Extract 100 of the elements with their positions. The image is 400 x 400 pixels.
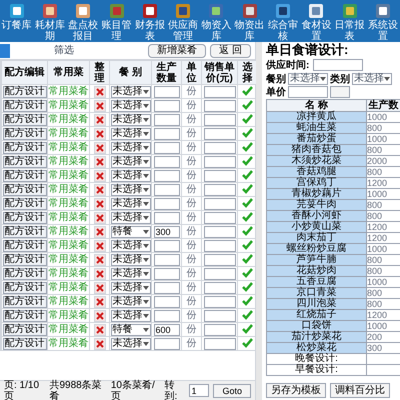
price-input[interactable] bbox=[204, 338, 236, 350]
toolbar-label[interactable]: 综合审核 bbox=[266, 20, 300, 42]
recipe-design-button[interactable]: 配方设计 bbox=[2, 142, 46, 154]
quantity-input[interactable] bbox=[154, 100, 180, 112]
toolbar-label[interactable]: 食材设置 bbox=[300, 20, 333, 42]
app-tile-icon[interactable] bbox=[308, 3, 324, 19]
dish-cell[interactable]: 早餐设计: bbox=[266, 364, 366, 376]
meal-select[interactable]: 未选择 bbox=[110, 170, 150, 182]
dish-cell[interactable]: 香酥小河虾 bbox=[266, 210, 366, 222]
dish-cell[interactable]: 番茄炒蛋 bbox=[266, 134, 366, 144]
checkmark-icon[interactable] bbox=[242, 296, 253, 306]
recipe-design-button[interactable]: 配方设计 bbox=[2, 240, 46, 252]
delete-icon[interactable] bbox=[94, 240, 106, 252]
delete-icon[interactable] bbox=[94, 170, 106, 182]
meal-select[interactable]: 未选择 bbox=[110, 114, 150, 126]
dish-cell[interactable]: 口袋饼 bbox=[266, 320, 366, 332]
filter-select[interactable]: 未选择 bbox=[288, 73, 328, 85]
quantity-input[interactable] bbox=[154, 114, 180, 126]
price-input[interactable] bbox=[204, 198, 236, 210]
meal-select[interactable]: 未选择 bbox=[110, 156, 150, 168]
dish-cell[interactable]: 五香豆腐 bbox=[266, 276, 366, 288]
recipe-design-button[interactable]: 配方设计 bbox=[2, 198, 46, 210]
app-tile-icon[interactable] bbox=[342, 3, 358, 19]
meal-select[interactable]: 未选择 bbox=[110, 338, 150, 350]
recipe-design-button[interactable]: 配方设计 bbox=[2, 212, 46, 224]
checkmark-icon[interactable] bbox=[242, 86, 253, 96]
filter-select[interactable]: 未选择 bbox=[352, 73, 392, 85]
checkmark-icon[interactable] bbox=[242, 100, 253, 110]
dish-cell[interactable]: 香菇鸡腿 bbox=[266, 166, 366, 178]
dish-cell[interactable]: 螺丝粉炒豆腐 bbox=[266, 244, 366, 254]
app-tile-icon[interactable] bbox=[208, 3, 224, 19]
meal-select[interactable]: 未选择 bbox=[110, 254, 150, 266]
checkmark-icon[interactable] bbox=[242, 310, 253, 320]
quantity-input[interactable] bbox=[154, 170, 180, 182]
delete-icon[interactable] bbox=[94, 212, 106, 224]
toolbar-label[interactable]: 日常报表 bbox=[333, 20, 366, 42]
time-input[interactable] bbox=[313, 59, 364, 71]
quantity-input[interactable] bbox=[154, 142, 180, 154]
dish-cell[interactable]: 京口青菜 bbox=[266, 288, 366, 298]
delete-icon[interactable] bbox=[94, 282, 106, 294]
quantity-input[interactable] bbox=[154, 282, 180, 294]
toolbar-label[interactable]: 盘点校报目 bbox=[66, 20, 100, 42]
delete-icon[interactable] bbox=[94, 86, 106, 98]
toolbar-button[interactable]: 返 回 bbox=[210, 44, 251, 58]
price-input[interactable] bbox=[204, 254, 236, 266]
meal-select[interactable]: 未选择 bbox=[110, 198, 150, 210]
page-input[interactable]: 1 bbox=[189, 384, 210, 397]
price-input[interactable] bbox=[204, 128, 236, 140]
delete-icon[interactable] bbox=[94, 310, 106, 322]
app-tile-icon[interactable] bbox=[75, 3, 92, 19]
delete-icon[interactable] bbox=[94, 296, 106, 308]
dish-cell[interactable]: 蚝油生菜 bbox=[266, 122, 366, 134]
action-button[interactable]: 另存为模板 bbox=[266, 383, 326, 398]
price-input[interactable] bbox=[204, 86, 236, 98]
quantity-input[interactable] bbox=[154, 268, 180, 280]
dish-cell[interactable]: 小炒黄山菜 bbox=[266, 222, 366, 232]
dish-cell[interactable]: 木须炒花菜 bbox=[266, 156, 366, 166]
dish-cell[interactable]: 凉拌黄瓜 bbox=[266, 112, 366, 122]
meal-select[interactable]: 特餐 bbox=[110, 226, 150, 238]
recipe-design-button[interactable]: 配方设计 bbox=[2, 254, 46, 266]
checkmark-icon[interactable] bbox=[242, 282, 253, 292]
recipe-design-button[interactable]: 配方设计 bbox=[2, 184, 46, 196]
recipe-design-button[interactable]: 配方设计 bbox=[2, 86, 46, 98]
delete-icon[interactable] bbox=[94, 142, 106, 154]
recipe-design-button[interactable]: 配方设计 bbox=[2, 226, 46, 238]
meal-select[interactable]: 未选择 bbox=[110, 128, 150, 140]
checkmark-icon[interactable] bbox=[242, 226, 253, 236]
price-input[interactable] bbox=[204, 268, 236, 280]
checkmark-icon[interactable] bbox=[242, 184, 253, 194]
checkmark-icon[interactable] bbox=[242, 142, 253, 152]
toolbar-label[interactable]: 账目管理 bbox=[100, 20, 134, 42]
price-input[interactable] bbox=[204, 212, 236, 224]
recipe-design-button[interactable]: 配方设计 bbox=[2, 324, 46, 336]
toolbar-label[interactable]: 耗材库期 bbox=[33, 20, 66, 42]
quantity-input[interactable] bbox=[154, 86, 180, 98]
checkmark-icon[interactable] bbox=[242, 254, 253, 264]
toolbar-label[interactable]: 财务报表 bbox=[133, 20, 166, 42]
app-tile-icon[interactable] bbox=[175, 3, 192, 19]
checkmark-icon[interactable] bbox=[242, 128, 253, 138]
toolbar-label[interactable]: 系统设置 bbox=[366, 20, 400, 42]
dish-cell[interactable]: 猪肉香菇包 bbox=[266, 144, 366, 156]
price-input[interactable] bbox=[204, 296, 236, 308]
price-input[interactable] bbox=[204, 170, 236, 182]
delete-icon[interactable] bbox=[94, 268, 106, 280]
dish-cell[interactable]: 松炒菜花 bbox=[266, 342, 366, 354]
meal-select[interactable]: 未选择 bbox=[110, 268, 150, 280]
meal-select[interactable]: 未选择 bbox=[110, 296, 150, 308]
meal-select[interactable]: 未选择 bbox=[110, 282, 150, 294]
quantity-input[interactable] bbox=[154, 128, 180, 140]
recipe-design-button[interactable]: 配方设计 bbox=[2, 128, 46, 140]
delete-icon[interactable] bbox=[94, 324, 106, 336]
price-input[interactable] bbox=[204, 100, 236, 112]
app-tile-icon[interactable] bbox=[242, 3, 258, 19]
delete-icon[interactable] bbox=[94, 198, 106, 210]
delete-icon[interactable] bbox=[94, 156, 106, 168]
price-input[interactable] bbox=[204, 156, 236, 168]
app-tile-icon[interactable] bbox=[374, 3, 391, 19]
select-all-button[interactable] bbox=[330, 86, 350, 98]
price-input[interactable] bbox=[204, 184, 236, 196]
dish-cell[interactable]: 宫保鸡丁 bbox=[266, 178, 366, 188]
